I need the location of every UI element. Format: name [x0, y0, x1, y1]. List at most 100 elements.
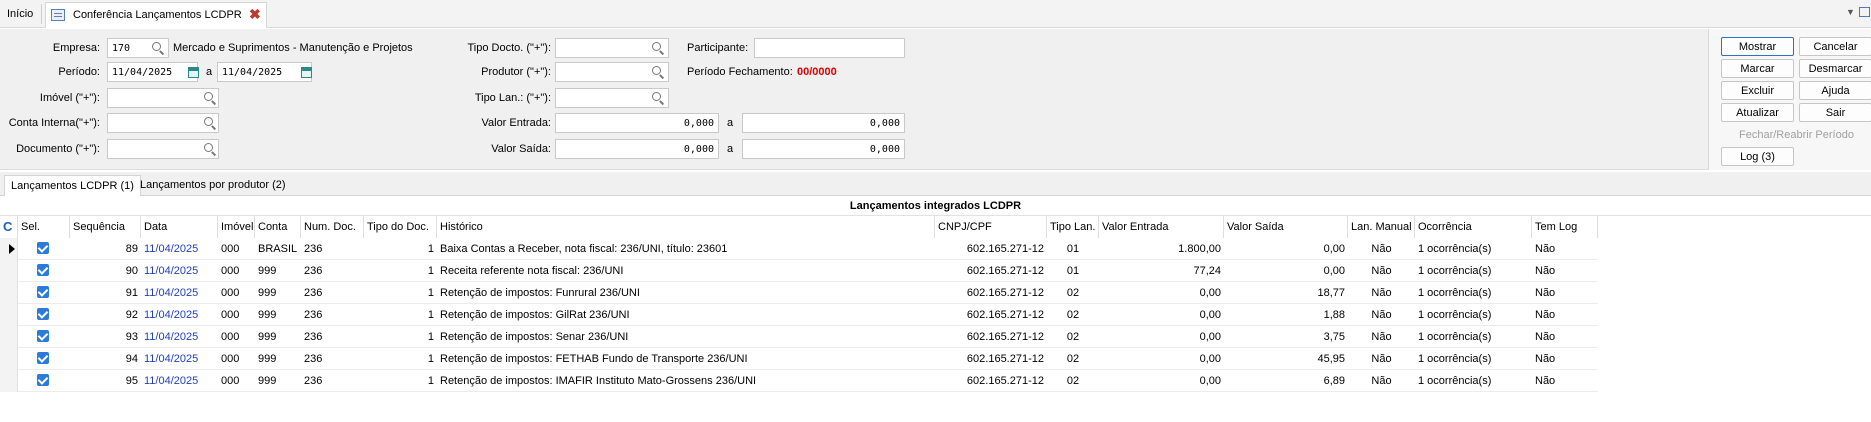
- cell-cnpj: 602.165.271-12: [966, 309, 1044, 321]
- cell-num-doc: 236: [304, 309, 323, 321]
- cell-sequencia: 93: [125, 331, 138, 343]
- cancelar-button[interactable]: Cancelar: [1799, 37, 1871, 56]
- row-select-checkbox[interactable]: [37, 352, 49, 364]
- row-indicator[interactable]: [0, 370, 18, 392]
- table-row[interactable]: 94 11/04/2025 000 999 236 1 Retenção de impost…: [0, 348, 1598, 370]
- row-indicator[interactable]: [0, 304, 18, 326]
- search-icon[interactable]: [151, 41, 165, 55]
- atualizar-button[interactable]: Atualizar: [1721, 103, 1794, 122]
- periodo-to-input[interactable]: [217, 62, 312, 82]
- row-select-checkbox[interactable]: [37, 308, 49, 320]
- col-header-historico[interactable]: Histórico: [437, 216, 935, 238]
- col-header-valor-saida[interactable]: Valor Saída: [1224, 216, 1348, 238]
- marcar-button[interactable]: Marcar: [1721, 59, 1794, 78]
- periodo-a-label: a: [206, 66, 213, 78]
- close-icon[interactable]: ✖: [249, 6, 261, 22]
- column-chooser-icon[interactable]: C: [0, 216, 18, 238]
- col-header-lan-manual[interactable]: Lan. Manual: [1348, 216, 1415, 238]
- tab-home[interactable]: Início: [7, 8, 33, 20]
- ajuda-button[interactable]: Ajuda: [1799, 81, 1871, 100]
- mostrar-button[interactable]: Mostrar: [1721, 37, 1794, 56]
- col-header-tem-log[interactable]: Tem Log: [1532, 216, 1598, 238]
- search-icon[interactable]: [203, 91, 217, 105]
- table-row[interactable]: 90 11/04/2025 000 999 236 1 Receita referente …: [0, 260, 1598, 282]
- table-row[interactable]: 92 11/04/2025 000 999 236 1 Retenção de impost…: [0, 304, 1598, 326]
- cell-conta: 999: [258, 265, 277, 277]
- sair-button[interactable]: Sair: [1799, 103, 1871, 122]
- restore-window-icon[interactable]: [1859, 7, 1870, 17]
- table-row[interactable]: 95 11/04/2025 000 999 236 1 Retenção de impost…: [0, 370, 1598, 392]
- row-indicator[interactable]: [0, 326, 18, 348]
- col-header-tipo-doc[interactable]: Tipo do Doc.: [364, 216, 437, 238]
- col-header-num-doc[interactable]: Num. Doc.: [301, 216, 364, 238]
- participante-input[interactable]: [754, 38, 905, 58]
- periodo-from-input[interactable]: [107, 62, 198, 82]
- log-button[interactable]: Log (3): [1721, 147, 1794, 166]
- cell-num-doc: 236: [304, 353, 323, 365]
- cell-tipo-lan: 01: [1066, 265, 1080, 277]
- col-header-imovel[interactable]: Imóvel: [218, 216, 255, 238]
- cell-conta: 999: [258, 375, 277, 387]
- cell-tipo-doc: 1: [427, 265, 434, 277]
- tab-conferencia[interactable]: Conferência Lançamentos LCDPR ✖: [45, 2, 267, 28]
- cell-historico: Retenção de impostos: FETHAB Fundo de Tr…: [440, 353, 748, 365]
- cell-valor-entrada: 0,00: [1199, 287, 1221, 299]
- search-icon[interactable]: [203, 142, 217, 156]
- cell-data: 11/04/2025: [144, 243, 199, 255]
- calendar-icon[interactable]: [301, 67, 312, 78]
- cell-historico: Retenção de impostos: Senar 236/UNI: [440, 331, 629, 343]
- col-header-tipo-lan[interactable]: Tipo Lan.: [1047, 216, 1099, 238]
- row-indicator[interactable]: [0, 260, 18, 282]
- fechar-reabrir-periodo-button[interactable]: Fechar/Reabrir Período: [1721, 125, 1871, 144]
- cell-sequencia: 89: [125, 243, 138, 255]
- calendar-icon[interactable]: [188, 67, 199, 78]
- tab-bar: Início Conferência Lançamentos LCDPR ✖ ▼: [0, 0, 1871, 28]
- cell-valor-entrada: 1.800,00: [1178, 243, 1221, 255]
- col-header-data[interactable]: Data: [141, 216, 218, 238]
- row-indicator[interactable]: [0, 282, 18, 304]
- row-select-checkbox[interactable]: [37, 330, 49, 342]
- row-indicator[interactable]: [0, 238, 18, 260]
- table-row[interactable]: 91 11/04/2025 000 999 236 1 Retenção de impost…: [0, 282, 1598, 304]
- excluir-button[interactable]: Excluir: [1721, 81, 1794, 100]
- valor-saida-to-input[interactable]: [742, 139, 905, 159]
- chevron-down-icon[interactable]: ▼: [1846, 7, 1855, 17]
- cell-tipo-doc: 1: [427, 243, 434, 255]
- cell-imovel: 000: [221, 287, 240, 299]
- col-header-sequencia[interactable]: Sequência: [70, 216, 141, 238]
- valor-saida-from-input[interactable]: [555, 139, 719, 159]
- cell-num-doc: 236: [304, 331, 323, 343]
- produtor-label: Produtor ("+"):: [481, 66, 551, 78]
- cell-imovel: 000: [221, 375, 240, 387]
- row-select-checkbox[interactable]: [37, 286, 49, 298]
- row-indicator[interactable]: [0, 348, 18, 370]
- col-header-sel[interactable]: Sel.: [18, 216, 70, 238]
- search-icon[interactable]: [651, 65, 665, 79]
- col-header-conta[interactable]: Conta: [255, 216, 301, 238]
- row-select-checkbox[interactable]: [37, 264, 49, 276]
- action-panel: Mostrar Cancelar Marcar Desmarcar Exclui…: [1708, 29, 1871, 170]
- valor-entrada-to-input[interactable]: [742, 113, 905, 133]
- search-icon[interactable]: [203, 116, 217, 130]
- tab-lancamentos-por-produtor[interactable]: Lançamentos por produtor (2): [134, 175, 292, 196]
- cell-conta: 999: [258, 309, 277, 321]
- cell-valor-saida: 18,77: [1317, 287, 1345, 299]
- search-icon[interactable]: [651, 41, 665, 55]
- cell-tipo-doc: 1: [427, 353, 434, 365]
- cell-tipo-lan: 01: [1066, 243, 1080, 255]
- col-header-ocorrencia[interactable]: Ocorrência: [1415, 216, 1532, 238]
- row-select-checkbox[interactable]: [37, 242, 49, 254]
- tab-lancamentos-lcdpr[interactable]: Lançamentos LCDPR (1): [4, 175, 141, 196]
- cell-imovel: 000: [221, 331, 240, 343]
- cell-ocorrencia: 1 ocorrência(s): [1418, 309, 1492, 321]
- search-icon[interactable]: [651, 91, 665, 105]
- col-header-valor-entrada[interactable]: Valor Entrada: [1099, 216, 1224, 238]
- table-row[interactable]: 93 11/04/2025 000 999 236 1 Retenção de impost…: [0, 326, 1598, 348]
- row-select-checkbox[interactable]: [37, 374, 49, 386]
- cell-data: 11/04/2025: [144, 353, 199, 365]
- col-header-cnpj[interactable]: CNPJ/CPF: [935, 216, 1047, 238]
- table-row[interactable]: 89 11/04/2025 000 BRASIL 236 1 Baixa Contas a …: [0, 238, 1598, 260]
- valor-entrada-from-input[interactable]: [555, 113, 719, 133]
- valor-saida-label: Valor Saída:: [491, 143, 551, 155]
- desmarcar-button[interactable]: Desmarcar: [1799, 59, 1871, 78]
